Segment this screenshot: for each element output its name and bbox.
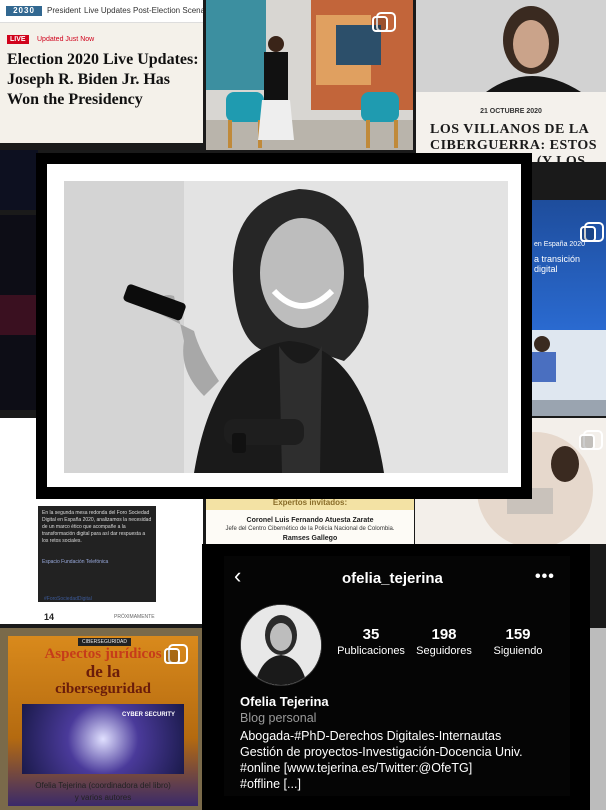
nav-live-updates[interactable]: Live Updates bbox=[84, 6, 131, 15]
news-logo: 2030 bbox=[6, 6, 42, 16]
forum-date: 14 bbox=[44, 612, 55, 622]
stat-following[interactable]: 159 Siguiendo bbox=[484, 626, 552, 658]
book-title-2: de la bbox=[85, 662, 121, 681]
avatar[interactable] bbox=[240, 604, 322, 686]
stat-posts-label: Publicaciones bbox=[337, 645, 405, 657]
gallery-icon bbox=[584, 222, 604, 242]
expert-2-name: Ramses Gallego bbox=[282, 535, 338, 542]
gallery-icon bbox=[583, 430, 603, 450]
book-author-2: y varios autores bbox=[74, 793, 132, 802]
interview-photo-tile[interactable] bbox=[416, 0, 606, 92]
expert-1-name: Coronel Luis Fernando Atuesta Zarate bbox=[246, 517, 374, 524]
nav-president[interactable]: President bbox=[47, 6, 81, 15]
dark-tile[interactable] bbox=[0, 215, 38, 410]
book-art-label: CYBER SECURITY bbox=[122, 712, 176, 718]
forum-post-box: En la segunda mesa redonda del Foro Soci… bbox=[38, 506, 156, 602]
book-art: CYBER SECURITY bbox=[22, 704, 184, 774]
portrait-illustration bbox=[64, 181, 508, 473]
more-options-icon[interactable]: ••• bbox=[535, 568, 555, 586]
digital-banner-tile[interactable]: en España 2020 a transición digital bbox=[530, 200, 606, 416]
chevron-left-icon[interactable]: ‹ bbox=[234, 564, 241, 588]
updated-text: Updated Just Now bbox=[37, 36, 95, 43]
portrait-photo bbox=[64, 181, 508, 473]
news-headline[interactable]: Election 2020 Live Updates: Joseph R. Bi… bbox=[7, 50, 199, 110]
news-tile[interactable]: 2030 President Live Updates Post-Electio… bbox=[0, 0, 203, 143]
bio-line: #offline [...] bbox=[240, 777, 301, 791]
book-author: Ofelia Tejerina (coordinadora del libro) bbox=[35, 781, 171, 790]
profile-category: Blog personal bbox=[240, 711, 317, 725]
banner-line-2: a transición digital bbox=[534, 254, 581, 274]
instagram-profile-card: ‹ ofelia_tejerina ••• 35 Publicaciones 1… bbox=[202, 544, 590, 810]
expert-1-role: Jefe del Centro Cibernético de la Policí… bbox=[225, 526, 395, 532]
profile-name: Ofelia Tejerina bbox=[240, 694, 329, 709]
forum-hashtag[interactable]: #ForoSociedadDigital bbox=[44, 596, 92, 602]
panel-photo bbox=[530, 330, 606, 416]
interview-photo bbox=[416, 0, 606, 92]
stat-following-value: 159 bbox=[505, 626, 531, 643]
main-portrait-frame[interactable] bbox=[36, 153, 532, 499]
bio-line[interactable]: #online [www.tejerina.es/Twitter:@OfeTG] bbox=[240, 760, 523, 776]
side-photo-tile[interactable] bbox=[590, 628, 606, 810]
bio-line: Gestión de proyectos-Investigación-Docen… bbox=[240, 745, 523, 759]
forum-upcoming: PRÓXIMAMENTE bbox=[114, 614, 155, 620]
digital-banner: en España 2020 a transición digital bbox=[530, 200, 606, 330]
stat-followers[interactable]: 198 Seguidores bbox=[408, 626, 480, 658]
book-tile[interactable]: CIBERSEGURIDAD Aspectos jurídicos de la … bbox=[0, 628, 203, 810]
experts-heading: Expertos invitados: bbox=[272, 498, 348, 507]
profile-bio: Abogada-#PhD-Derechos Digitales-Internau… bbox=[240, 728, 523, 792]
avatar-photo bbox=[241, 605, 321, 685]
gallery-icon bbox=[168, 644, 188, 664]
profile-username: ofelia_tejerina bbox=[342, 570, 443, 587]
article-tile[interactable]: 21 OCTUBRE 2020 LOS VILLANOS DE LA CIBER… bbox=[416, 92, 606, 162]
forum-location: Espacio Fundación Telefónica bbox=[42, 559, 109, 565]
stat-followers-value: 198 bbox=[431, 626, 457, 643]
stat-posts-value: 35 bbox=[362, 626, 380, 643]
live-badge: LIVE bbox=[7, 35, 29, 44]
book-title-3: ciberseguridad bbox=[55, 681, 151, 697]
bio-line: Abogada-#PhD-Derechos Digitales-Internau… bbox=[240, 729, 502, 743]
article-date: 21 OCTUBRE 2020 bbox=[480, 108, 542, 115]
book-badge: CIBERSEGURIDAD bbox=[78, 638, 132, 646]
stage-photo-tile[interactable] bbox=[206, 0, 413, 150]
stat-posts[interactable]: 35 Publicaciones bbox=[334, 626, 408, 658]
stat-followers-label: Seguidores bbox=[416, 645, 472, 657]
dark-photo bbox=[0, 215, 38, 410]
dark-tile[interactable] bbox=[0, 150, 38, 210]
gallery-icon bbox=[376, 12, 396, 32]
news-topbar: 2030 President Live Updates Post-Electio… bbox=[0, 0, 203, 23]
forum-post-text: En la segunda mesa redonda del Foro Soci… bbox=[42, 510, 152, 544]
nav-post-election[interactable]: Post-Election Scenarios bbox=[133, 6, 203, 15]
stat-following-label: Siguiendo bbox=[493, 645, 543, 657]
